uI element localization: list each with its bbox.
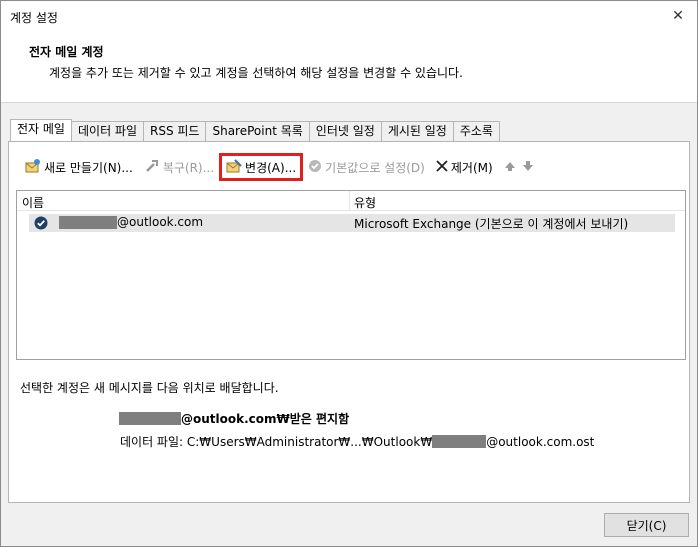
tab-data-files[interactable]: 데이터 파일 [70, 121, 144, 142]
tab-rss-feeds[interactable]: RSS 피드 [143, 121, 207, 142]
tab-strip: 전자 메일 데이터 파일 RSS 피드 SharePoint 목록 인터넷 일정… [10, 119, 500, 142]
account-list[interactable]: 이름 유형 @outlook.com Microsoft Exchange (기… [16, 190, 686, 360]
set-default-button[interactable]: 기본값으로 설정(D) [305, 156, 428, 178]
delivery-label: 선택한 계정은 새 메시지를 다음 위치로 배달합니다. [20, 381, 279, 395]
data-file-suffix: @outlook.com.ost [486, 434, 595, 449]
change-button[interactable]: 변경(A)... [219, 153, 304, 181]
repair-icon [144, 158, 160, 177]
delivery-inbox: @outlook.com₩받은 편지함 [119, 410, 349, 427]
default-account-check-icon [34, 216, 48, 233]
list-header: 이름 유형 [17, 191, 685, 211]
remove-button[interactable]: 제거(M) [433, 156, 496, 178]
arrow-down-icon [522, 160, 534, 175]
redacted-username [432, 435, 487, 448]
tab-published-calendars[interactable]: 게시된 일정 [380, 121, 454, 142]
column-divider[interactable] [349, 191, 350, 211]
account-name: @outlook.com [59, 215, 203, 229]
tab-email[interactable]: 전자 메일 [10, 119, 72, 142]
repair-label: 복구(R)... [162, 160, 215, 175]
data-file-prefix: 데이터 파일: C:₩Users₩Administrator₩...₩Outlo… [120, 435, 433, 449]
close-window-button[interactable]: ✕ [665, 3, 691, 29]
title-bar: 계정 설정 ✕ [1, 1, 697, 32]
tab-sharepoint-lists[interactable]: SharePoint 목록 [205, 121, 310, 142]
x-icon [436, 159, 448, 175]
header-description: 계정을 추가 또는 제거할 수 있고 계정을 선택하여 해당 설정을 변경할 수… [49, 66, 463, 80]
close-icon: ✕ [672, 8, 684, 24]
change-account-icon [226, 158, 242, 177]
account-type: Microsoft Exchange (기본으로 이 계정에서 보내기) [354, 217, 629, 231]
set-default-label: 기본값으로 설정(D) [325, 160, 425, 175]
remove-label: 제거(M) [450, 160, 493, 175]
arrow-up-icon [504, 160, 516, 175]
new-account-button[interactable]: 새로 만들기(N)... [22, 156, 136, 178]
tab-address-books[interactable]: 주소록 [452, 121, 500, 142]
delivery-data-file: 데이터 파일: C:₩Users₩Administrator₩...₩Outlo… [120, 433, 594, 450]
header-title: 전자 메일 계정 [29, 45, 104, 59]
column-header-type[interactable]: 유형 [354, 194, 376, 211]
redacted-username [59, 215, 117, 229]
account-row[interactable]: @outlook.com Microsoft Exchange (기본으로 이 … [29, 214, 675, 232]
account-toolbar: 새로 만들기(N)... 복구(R)... 변경(A)... 기본값으로 설정(… [22, 153, 542, 181]
dialog-header: 전자 메일 계정 계정을 추가 또는 제거할 수 있고 계정을 선택하여 해당 … [1, 32, 697, 103]
move-up-button[interactable] [501, 156, 519, 178]
repair-button[interactable]: 복구(R)... [141, 156, 217, 178]
column-header-name[interactable]: 이름 [22, 194, 44, 211]
email-tab-panel: 새로 만들기(N)... 복구(R)... 변경(A)... 기본값으로 설정(… [8, 141, 690, 503]
new-account-label: 새로 만들기(N)... [44, 160, 133, 175]
check-circle-icon [308, 159, 322, 176]
new-account-icon [25, 158, 41, 177]
account-settings-window: 계정 설정 ✕ 전자 메일 계정 계정을 추가 또는 제거할 수 있고 계정을 … [0, 0, 698, 547]
window-title: 계정 설정 [10, 11, 58, 25]
account-name-suffix: @outlook.com [117, 215, 204, 229]
move-down-button[interactable] [519, 156, 537, 178]
redacted-username [119, 412, 181, 425]
change-label: 변경(A)... [245, 160, 297, 175]
tab-internet-calendars[interactable]: 인터넷 일정 [308, 121, 382, 142]
close-button[interactable]: 닫기(C) [604, 513, 689, 537]
delivery-inbox-suffix: @outlook.com₩받은 편지함 [181, 412, 350, 426]
